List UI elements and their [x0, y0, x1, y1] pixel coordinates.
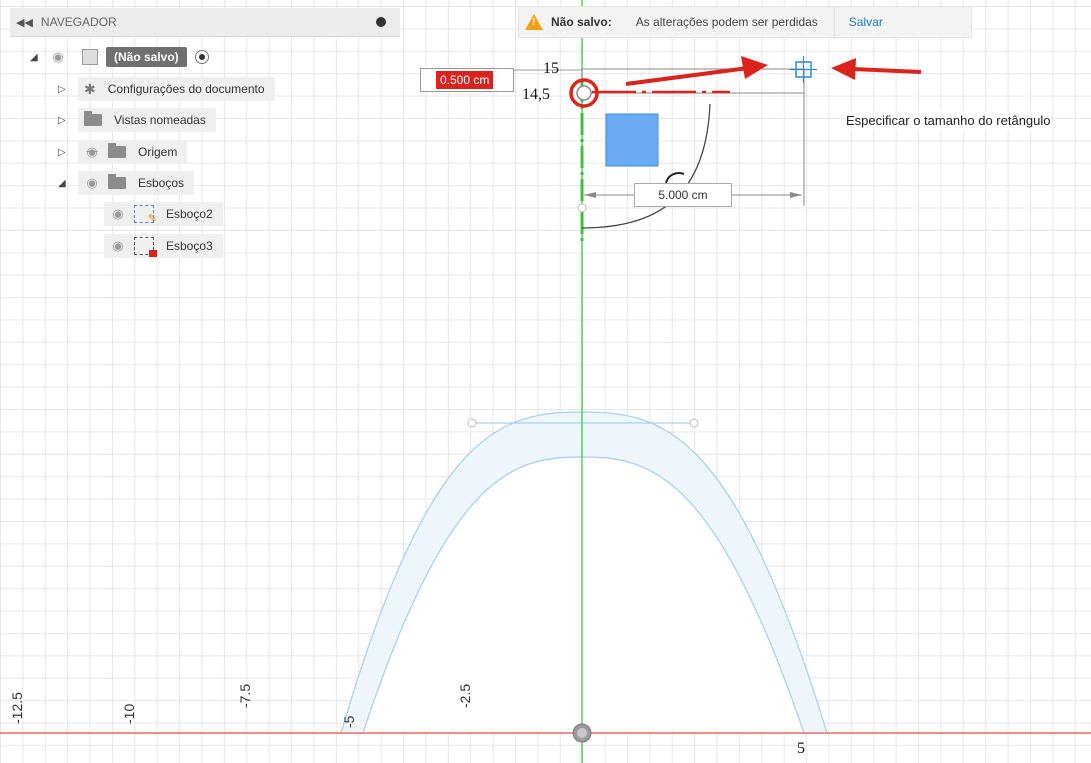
banner-title: Não salvo:	[551, 15, 612, 29]
eye-icon[interactable]: ◉	[50, 49, 66, 65]
start-point	[576, 85, 592, 101]
dimension-input[interactable]: 0.500 cm	[420, 68, 514, 92]
dimension-arrow-left	[584, 192, 596, 198]
dimension-arrow-right	[790, 192, 802, 198]
axis-tick-label: -10	[121, 703, 137, 724]
folder-icon	[84, 111, 102, 126]
axis-tick-label: -5	[341, 715, 357, 728]
component-icon	[82, 49, 98, 65]
navigator-minimize-icon[interactable]	[376, 17, 386, 27]
tree-item-label: Origem	[138, 145, 178, 159]
gear-icon: ✱	[84, 80, 96, 97]
tree-item-sketch2[interactable]: ◉ ✎ Esboço2	[104, 202, 223, 226]
annotation-arrow-2	[851, 67, 922, 74]
eye-icon[interactable]: ◉	[84, 175, 100, 191]
arch-point-right	[689, 418, 699, 428]
tree-item-label: Esboço2	[166, 207, 213, 221]
annotation-5: 5	[797, 740, 805, 757]
navigator-header: ◀◀ NAVEGADOR	[10, 8, 400, 37]
folder-icon	[108, 174, 126, 189]
rectangle-preview	[581, 68, 805, 94]
warning-icon: !	[525, 14, 543, 30]
save-button[interactable]: Salvar	[849, 15, 883, 29]
collapse-left-icon[interactable]: ◀◀	[16, 16, 33, 29]
annotation-14-5: 14,5	[522, 86, 550, 103]
tree-item-label: Esboços	[138, 176, 185, 190]
annotation-15: 15	[543, 60, 559, 77]
expand-triangle-icon[interactable]: ◢	[30, 52, 40, 63]
arch-inner	[362, 456, 805, 734]
root-label: (Não salvo)	[106, 47, 187, 67]
expand-triangle-icon[interactable]: ▷	[58, 84, 68, 95]
expand-triangle-icon[interactable]: ▷	[58, 147, 68, 158]
collapse-triangle-icon[interactable]: ◢	[58, 178, 68, 189]
banner-divider	[833, 7, 835, 37]
tree-item-label: Vistas nomeadas	[114, 113, 206, 127]
hidden-eye-icon[interactable]: ◉	[84, 144, 100, 160]
tooltip: Especificar o tamanho do retângulo	[845, 111, 1051, 130]
sketch-locked-icon	[134, 237, 157, 257]
axis-tick-label: -2.5	[457, 683, 473, 708]
unsaved-banner: ! Não salvo: As alterações podem ser per…	[518, 6, 972, 38]
expand-triangle-icon[interactable]: ▷	[58, 115, 68, 126]
banner-message: As alterações podem ser perdidas	[635, 15, 818, 29]
eye-icon[interactable]: ◉	[110, 238, 126, 254]
construction-arc-dark	[665, 172, 685, 184]
tree-item-label: Configurações do documento	[107, 82, 265, 96]
eye-icon[interactable]: ◉	[110, 206, 126, 222]
tree-item-sketch3[interactable]: ◉ Esboço3	[104, 234, 223, 258]
tree-root[interactable]: ◢ ◉ (Não salvo)	[30, 45, 209, 69]
axis-tick-label: -7.5	[237, 683, 253, 708]
annotation-arrowhead-2	[831, 58, 856, 80]
tree-item-origin[interactable]: ▷ ◉ Origem	[58, 140, 188, 164]
sketch-square-icon	[605, 113, 659, 167]
tree-item-sketches[interactable]: ◢ ◉ Esboços	[58, 171, 195, 195]
tree-item-named-views[interactable]: ▷ Vistas nomeadas	[58, 108, 216, 132]
arch-point-left	[467, 418, 477, 428]
folder-icon	[108, 143, 126, 158]
axis-tick-label: -12.5	[9, 692, 25, 724]
dimension-input-value: 0.500 cm	[436, 71, 494, 89]
navigator-title: NAVEGADOR	[40, 15, 117, 29]
width-dimension-label[interactable]: 5.000 cm	[634, 183, 732, 207]
annotation-arrowhead-1	[741, 56, 768, 79]
tree-item-label: Esboço3	[166, 239, 213, 253]
activate-radio-icon[interactable]	[194, 50, 209, 64]
sketch-edit-icon: ✎	[134, 205, 157, 225]
tree-item-document-settings[interactable]: ▷ ✱ Configurações do documento	[58, 77, 275, 101]
midpoint-marker	[577, 203, 587, 213]
origin-point-inner	[577, 728, 587, 738]
annotation-arrow-1	[625, 66, 749, 86]
